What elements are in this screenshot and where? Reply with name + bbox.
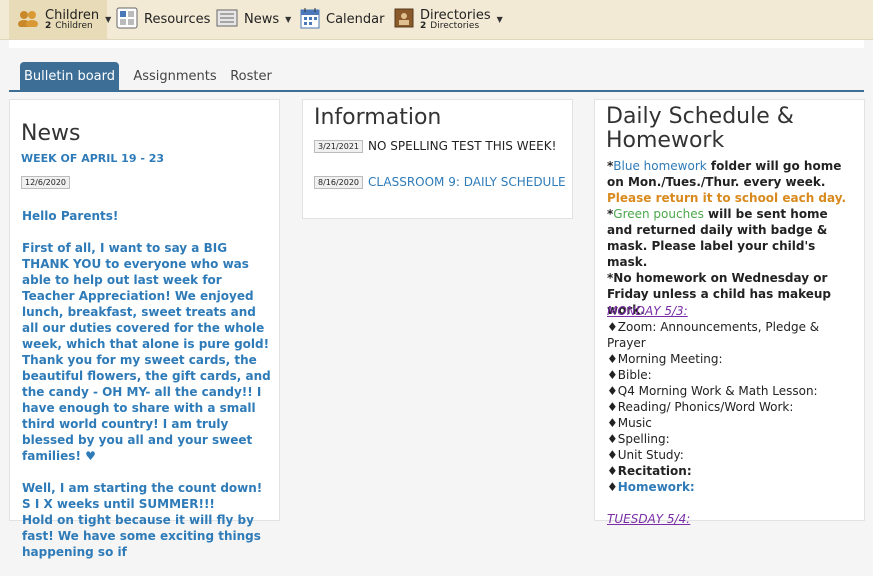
monday-schedule: MONDAY 5/3: ♦Zoom: Announcements, Pledge…	[607, 303, 857, 527]
sub-header-strip	[9, 40, 864, 48]
information-title: Information	[314, 105, 442, 130]
children-icon	[17, 9, 39, 31]
news-card: News WEEK OF APRIL 19 - 23 12/6/2020 Hel…	[9, 99, 280, 559]
children-menu[interactable]: Children 2 Children ▼	[9, 0, 111, 39]
information-date-badge: 8/16/2020	[314, 175, 364, 189]
return-note: Please return it to school each day.	[607, 191, 847, 205]
news-greeting: Hello Parents!	[22, 209, 119, 223]
information-card: Information 3/21/2021 NO SPELLING TEST T…	[302, 99, 573, 219]
tuesday-heading: TUESDAY 5/4:	[607, 512, 691, 526]
news-icon	[216, 9, 238, 31]
news-week-heading: WEEK OF APRIL 19 - 23	[21, 152, 165, 165]
schedule-item: ♦Zoom: Announcements, Pledge & Prayer	[607, 320, 820, 350]
blue-homework-text: Blue homework	[613, 159, 707, 173]
daily-schedule-card: Daily Schedule & Homework *Blue homework…	[594, 99, 865, 526]
schedule-item-recitation: ♦Recitation:	[607, 464, 692, 478]
chevron-down-icon: ▼	[105, 15, 112, 24]
calendar-label: Calendar	[326, 12, 385, 27]
directories-count: 2	[420, 20, 427, 31]
schedule-title-line: Homework	[606, 128, 725, 153]
schedule-item: ♦Music	[607, 416, 652, 430]
news-paragraph: Hold on tight because it will fly by fas…	[22, 513, 261, 559]
schedule-item: ♦Reading/ Phonics/Word Work:	[607, 400, 794, 414]
tab-bar: Bulletin board Assignments Roster	[9, 62, 864, 92]
schedule-title-line: Daily Schedule &	[606, 104, 794, 129]
information-item-text: NO SPELLING TEST THIS WEEK!	[368, 139, 557, 153]
directory-book-icon	[394, 8, 414, 32]
information-item: 3/21/2021 NO SPELLING TEST THIS WEEK!	[314, 139, 556, 153]
information-item: 8/16/2020 CLASSROOM 9: DAILY SCHEDULE	[314, 175, 566, 189]
news-paragraph: Well, I am starting the count down! S I …	[22, 481, 263, 511]
resources-label: Resources	[144, 12, 211, 27]
top-navigation-bar: Children 2 Children ▼ Resources News ▼ Ca…	[0, 0, 873, 40]
news-title: News	[21, 121, 81, 146]
schedule-item: ♦Morning Meeting:	[607, 352, 723, 366]
news-menu[interactable]: News ▼	[216, 0, 291, 39]
resources-icon	[116, 7, 138, 33]
homework-label: Homework:	[617, 480, 695, 494]
news-body: Hello Parents! First of all, I want to s…	[22, 208, 272, 576]
schedule-item: ♦Q4 Morning Work & Math Lesson:	[607, 384, 818, 398]
tab-bulletin-board[interactable]: Bulletin board	[20, 62, 119, 90]
news-paragraph: First of all, I want to say a BIG THANK …	[22, 241, 271, 463]
schedule-item-homework: ♦Homework:	[607, 479, 857, 495]
children-sub: Children	[55, 20, 93, 31]
tab-assignments[interactable]: Assignments	[125, 62, 225, 90]
resources-link[interactable]: Resources	[116, 0, 210, 39]
news-date-badge: 12/6/2020	[21, 176, 71, 189]
directories-menu[interactable]: Directories 2 Directories ▼	[394, 0, 503, 39]
schedule-item: ♦Spelling:	[607, 432, 670, 446]
calendar-link[interactable]: Calendar	[300, 0, 384, 39]
information-date-badge: 3/21/2021	[314, 139, 364, 153]
green-pouches-text: Green pouches	[613, 207, 704, 221]
classroom-schedule-link[interactable]: CLASSROOM 9: DAILY SCHEDULE	[368, 175, 566, 189]
news-label: News	[244, 12, 280, 27]
calendar-icon	[300, 7, 320, 33]
chevron-down-icon: ▼	[496, 15, 503, 24]
monday-heading: MONDAY 5/3:	[607, 304, 688, 318]
schedule-notes: *Blue homework folder will go home on Mo…	[607, 158, 857, 318]
bullet-marker: ♦	[607, 480, 618, 494]
directories-sub: Directories	[430, 20, 480, 31]
schedule-item: ♦Unit Study:	[607, 448, 684, 462]
tab-roster[interactable]: Roster	[221, 62, 281, 90]
chevron-down-icon: ▼	[285, 15, 292, 24]
directories-label: Directories	[420, 7, 491, 23]
children-label: Children	[45, 7, 100, 23]
schedule-title: Daily Schedule & Homework	[606, 105, 794, 153]
children-count: 2	[45, 20, 52, 31]
schedule-item: ♦Bible:	[607, 368, 652, 382]
